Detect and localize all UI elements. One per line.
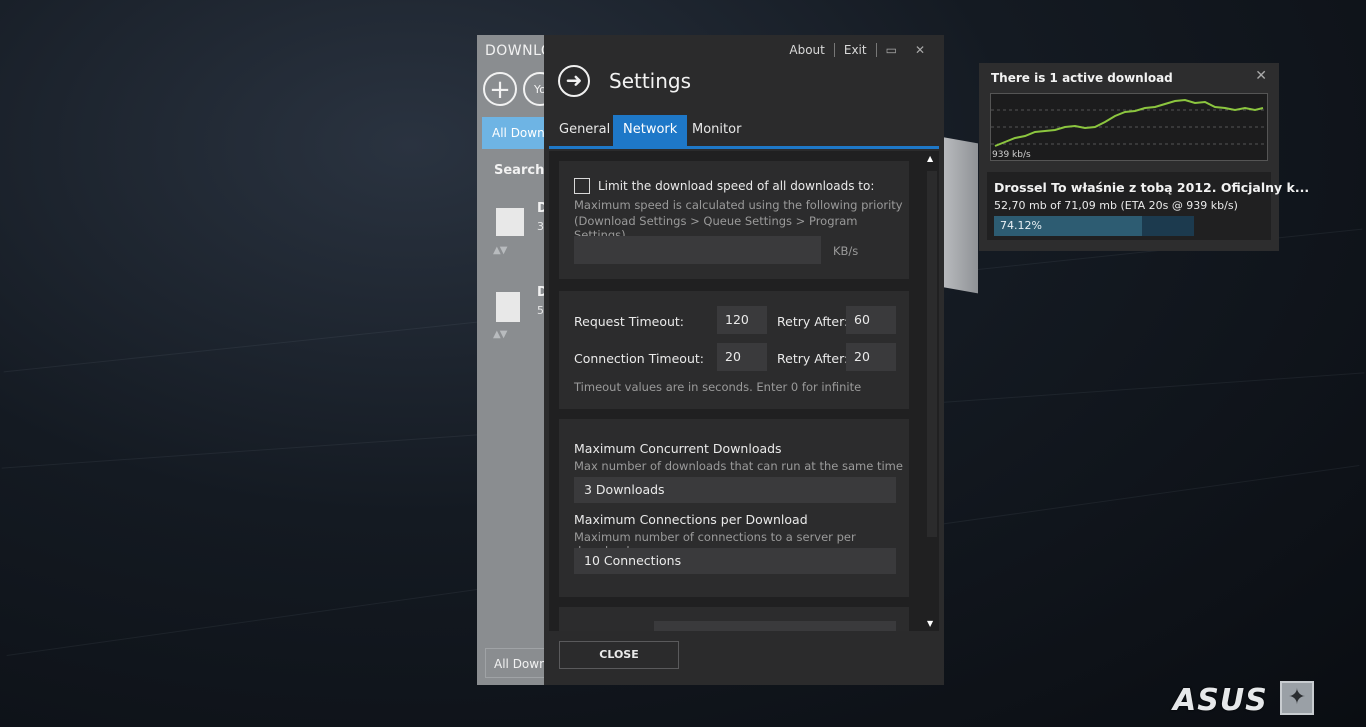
settings-content: Limit the download speed of all download… bbox=[549, 151, 939, 631]
download-monitor-widget: There is 1 active download ✕ 939 kb/s Dr… bbox=[979, 63, 1309, 251]
app-title: DOWNLO bbox=[485, 43, 553, 59]
close-icon[interactable]: ✕ bbox=[906, 43, 934, 57]
tab-network[interactable]: Network bbox=[613, 115, 688, 146]
speed-graph bbox=[990, 93, 1268, 161]
back-arrow-icon[interactable]: ➜ bbox=[558, 65, 590, 97]
scrollbar[interactable]: ▲ ▼ bbox=[924, 151, 939, 631]
next-settings-panel bbox=[559, 607, 909, 631]
tab-general[interactable]: General bbox=[549, 115, 620, 146]
progress-text: 74.12% bbox=[1000, 219, 1042, 232]
request-timeout-input[interactable]: 120 bbox=[717, 306, 767, 334]
max-downloads-label: Maximum Concurrent Downloads bbox=[574, 441, 782, 456]
download-item-detail: 5 bbox=[537, 304, 544, 317]
laptop-edge bbox=[940, 136, 978, 294]
request-retry-input[interactable]: 60 bbox=[846, 306, 896, 334]
timeouts-panel: Request Timeout: 120 Retry After: 60 Con… bbox=[559, 291, 909, 409]
connection-timeout-input[interactable]: 20 bbox=[717, 343, 767, 371]
speed-line bbox=[994, 98, 1264, 147]
download-item-detail: 3 bbox=[537, 220, 544, 233]
settings-window: About Exit ▭ ✕ ➜ Settings General Networ… bbox=[544, 35, 944, 685]
scroll-up-icon[interactable]: ▲ bbox=[927, 154, 933, 163]
max-connections-select[interactable]: 10 Connections bbox=[574, 548, 896, 574]
speed-graph-svg bbox=[991, 98, 1267, 147]
max-downloads-desc: Max number of downloads that can run at … bbox=[574, 459, 903, 473]
tab-monitor[interactable]: Monitor bbox=[682, 115, 751, 146]
asus-logo: ASUS bbox=[1173, 683, 1268, 718]
request-retry-label: Retry After: bbox=[777, 314, 849, 329]
maximize-icon[interactable]: ▭ bbox=[877, 43, 906, 57]
connection-retry-label: Retry After: bbox=[777, 351, 849, 366]
speed-limit-panel: Limit the download speed of all download… bbox=[559, 161, 909, 279]
connection-retry-input[interactable]: 20 bbox=[846, 343, 896, 371]
about-link[interactable]: About bbox=[780, 43, 833, 57]
document-icon bbox=[496, 208, 524, 236]
connection-timeout-label: Connection Timeout: bbox=[574, 351, 704, 366]
active-download-item[interactable]: Drossel To właśnie z tobą 2012. Oficjaln… bbox=[987, 172, 1309, 240]
max-connections-label: Maximum Connections per Download bbox=[574, 512, 808, 527]
download-name: Drossel To właśnie z tobą 2012. Oficjaln… bbox=[994, 180, 1310, 195]
add-download-icon[interactable]: + bbox=[483, 72, 517, 106]
progress-bar: 74.12% bbox=[994, 216, 1194, 236]
monitor-title: There is 1 active download bbox=[991, 71, 1173, 85]
speed-limit-input[interactable] bbox=[574, 236, 821, 264]
tab-bar: General Network Monitor bbox=[549, 115, 939, 149]
window-header-links: About Exit ▭ ✕ bbox=[780, 43, 934, 57]
close-icon[interactable]: ✕ bbox=[1255, 68, 1267, 84]
reorder-arrows-icon[interactable]: ▲▼ bbox=[493, 245, 507, 256]
asus-badge-icon: ✦ bbox=[1280, 681, 1314, 715]
limit-speed-label: Limit the download speed of all download… bbox=[598, 179, 875, 193]
concurrency-panel: Maximum Concurrent Downloads Max number … bbox=[559, 419, 909, 597]
limit-speed-checkbox[interactable] bbox=[574, 178, 590, 194]
request-timeout-label: Request Timeout: bbox=[574, 314, 685, 329]
exit-link[interactable]: Exit bbox=[835, 43, 876, 57]
file-icon bbox=[496, 292, 520, 322]
page-title: Settings bbox=[609, 69, 692, 93]
filter-all-downloads[interactable]: All Downl bbox=[482, 117, 552, 149]
max-downloads-select[interactable]: 3 Downloads bbox=[574, 477, 896, 503]
timeout-note: Timeout values are in seconds. Enter 0 f… bbox=[574, 380, 862, 394]
speed-priority-desc: Maximum speed is calculated using the fo… bbox=[574, 198, 903, 212]
reorder-arrows-icon[interactable]: ▲▼ bbox=[493, 329, 507, 340]
next-setting-input[interactable] bbox=[654, 621, 896, 631]
scrollbar-thumb[interactable] bbox=[927, 171, 937, 537]
speed-unit-label: KB/s bbox=[833, 244, 859, 258]
scroll-down-icon[interactable]: ▼ bbox=[927, 619, 933, 628]
download-stats: 52,70 mb of 71,09 mb (ETA 20s @ 939 kb/s… bbox=[994, 199, 1238, 212]
close-button[interactable]: CLOSE bbox=[559, 641, 679, 669]
graph-speed-label: 939 kb/s bbox=[992, 150, 1031, 160]
